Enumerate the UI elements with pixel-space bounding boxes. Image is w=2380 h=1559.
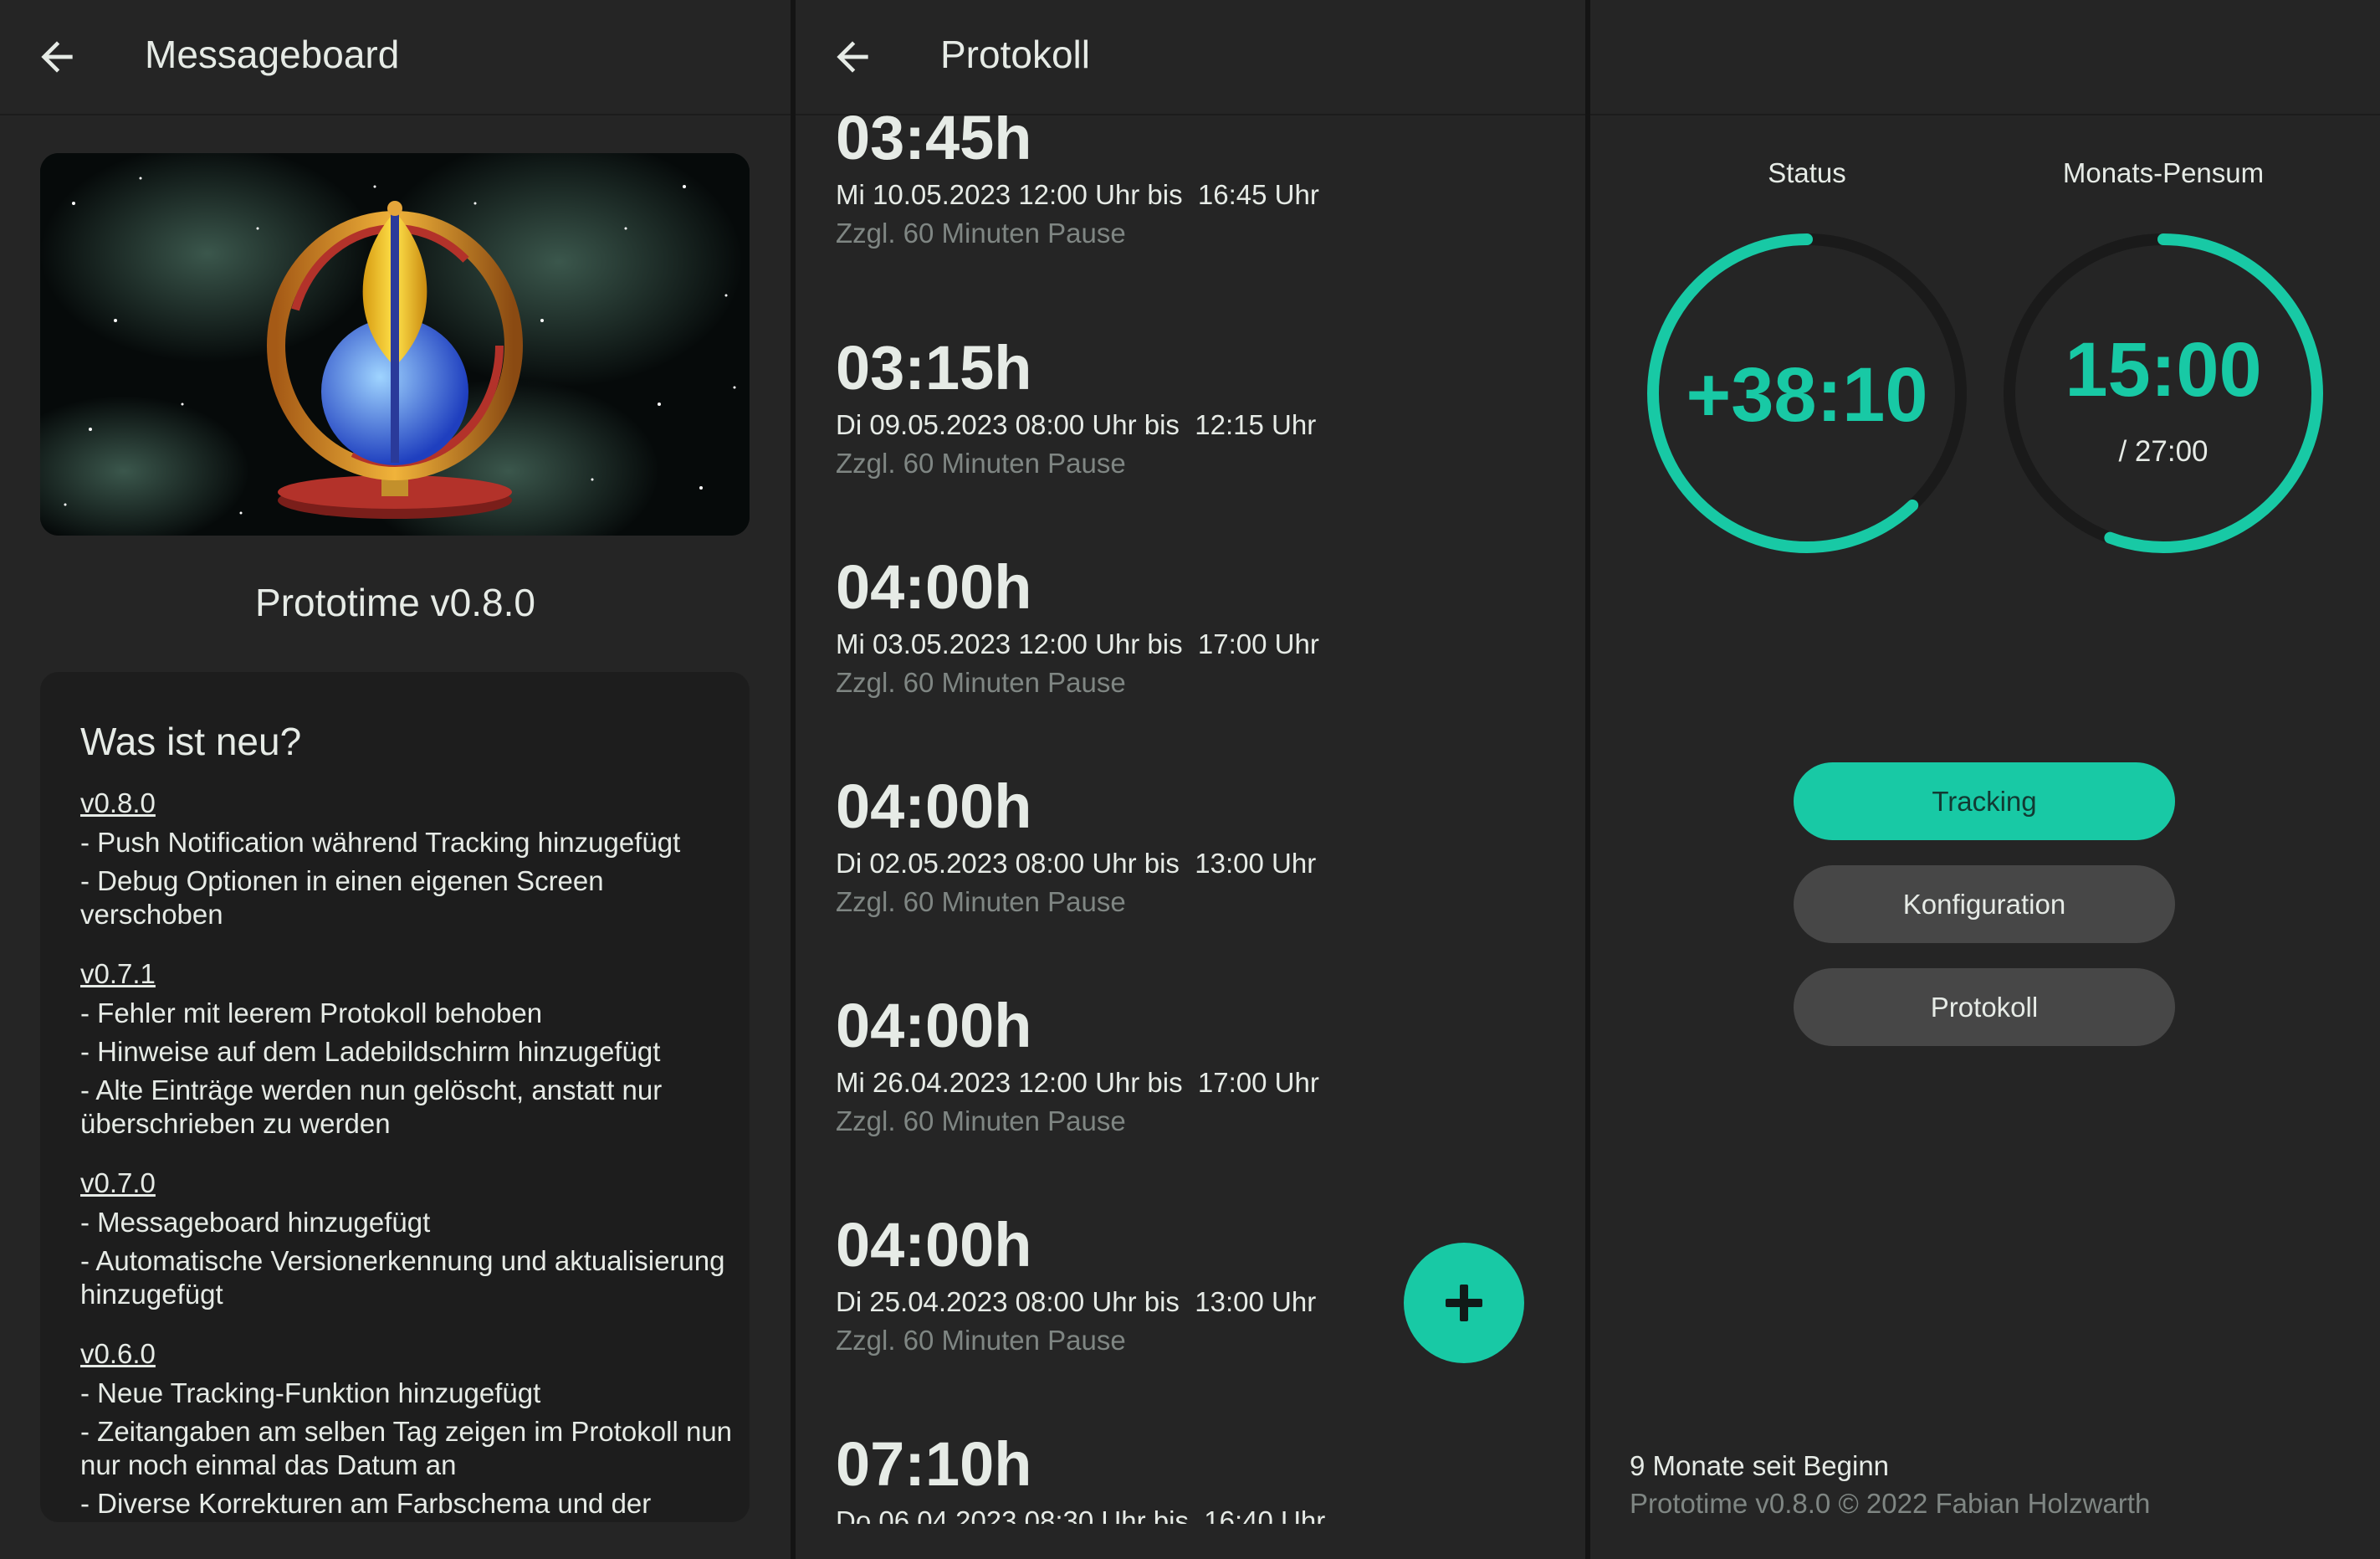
add-entry-button[interactable]: [1404, 1243, 1524, 1363]
pensum-label: Monats-Pensum: [2062, 157, 2265, 188]
entry-duration: 04:00h: [836, 772, 1032, 841]
list-item[interactable]: 03:15h Di 09.05.2023 08:00 Uhr bis 12:15…: [836, 335, 1555, 480]
tracking-button[interactable]: Tracking: [1794, 762, 2175, 840]
entry-time-range: Di 09.05.2023 08:00 Uhr bis 12:15 Uhr: [836, 409, 1317, 440]
changelog-line: - Debug Optionen in einen eigenen Screen…: [80, 865, 604, 930]
entry-time-range: Do 06.04.2023 08:30 Uhr bis 16:40 Uhr: [836, 1505, 1326, 1524]
page-title: Messageboard: [145, 33, 400, 76]
changelog-group: v0.7.1 - Fehler mit leerem Protokoll beh…: [80, 956, 733, 1141]
changelog-line: - Alte Einträge werden nun gelöscht, ans…: [80, 1074, 663, 1139]
list-item[interactable]: 04:00h Mi 03.05.2023 12:00 Uhr bis 17:00…: [836, 554, 1555, 700]
status-gauge: +38:10: [1640, 226, 1974, 561]
status-label: Status: [1768, 157, 1846, 188]
changelog-line: - Fehler mit leerem Protokoll behoben: [80, 997, 543, 1028]
protokoll-app-bar: Protokoll: [796, 0, 1585, 115]
messageboard-screen: Messageboard Prototime v0.8.0 Was ist ne…: [0, 0, 791, 1559]
changelog-version: v0.8.0: [80, 787, 156, 818]
entry-duration: 04:00h: [836, 991, 1032, 1060]
app-banner-image: [40, 153, 750, 536]
changelog-line: - Push Notification während Tracking hin…: [80, 827, 681, 858]
elapsed-months-text: 9 Monate seit Beginn: [1630, 1450, 1890, 1481]
protokoll-screen: 03:45h Mi 10.05.2023 12:00 Uhr bis 16:45…: [796, 0, 1585, 1559]
list-item[interactable]: 04:00h Di 02.05.2023 08:00 Uhr bis 13:00…: [836, 773, 1555, 919]
changelog-group: v0.6.0 - Neue Tracking-Funktion hinzugef…: [80, 1336, 733, 1521]
entry-time-range: Mi 03.05.2023 12:00 Uhr bis 17:00 Uhr: [836, 628, 1319, 659]
entry-time-range: Mi 10.05.2023 12:00 Uhr bis 16:45 Uhr: [836, 179, 1319, 210]
changelog-line: - Diverse Korrekturen am Farbschema und …: [80, 1488, 652, 1519]
changelog-line: - Zeitangaben am selben Tag zeigen im Pr…: [80, 1416, 733, 1480]
changelog-group: v0.7.0 - Messageboard hinzugefügt - Auto…: [80, 1166, 733, 1311]
changelog-version: v0.7.1: [80, 958, 156, 989]
entry-duration: 07:10h: [836, 1429, 1032, 1499]
entry-pause: Zzgl. 60 Minuten Pause: [836, 886, 1126, 917]
back-arrow-icon[interactable]: [829, 33, 876, 80]
entry-duration: 03:15h: [836, 333, 1032, 403]
dashboard-app-bar: [1590, 0, 2380, 115]
entry-pause: Zzgl. 60 Minuten Pause: [836, 218, 1126, 249]
changelog-line: - Neue Tracking-Funktion hinzugefügt: [80, 1377, 541, 1408]
status-value: +38:10: [1686, 352, 1928, 438]
entry-pause: Zzgl. 60 Minuten Pause: [836, 667, 1126, 698]
page-title: Protokoll: [940, 33, 1090, 76]
list-item[interactable]: 03:45h Mi 10.05.2023 12:00 Uhr bis 16:45…: [836, 115, 1555, 250]
whats-new-card: Was ist neu? v0.8.0 - Push Notification …: [40, 672, 750, 1522]
list-item[interactable]: 04:00h Mi 26.04.2023 12:00 Uhr bis 17:00…: [836, 992, 1555, 1138]
changelog-line: - Hinweise auf dem Ladebildschirm hinzug…: [80, 1036, 661, 1067]
version-title: Prototime v0.8.0: [255, 581, 535, 624]
konfiguration-button[interactable]: Konfiguration: [1794, 865, 2175, 943]
pensum-value: 15:00: [2065, 327, 2262, 413]
changelog-group: v0.8.0 - Push Notification während Track…: [80, 786, 733, 931]
messageboard-app-bar: Messageboard: [0, 0, 791, 115]
entry-duration: 03:45h: [836, 115, 1032, 172]
changelog-line: - Messageboard hinzugefügt: [80, 1207, 431, 1238]
copyright-text: Prototime v0.8.0 © 2022 Fabian Holzwarth: [1630, 1488, 2151, 1519]
entry-pause: Zzgl. 60 Minuten Pause: [836, 448, 1126, 479]
list-item[interactable]: 07:10h Do 06.04.2023 08:30 Uhr bis 16:40…: [836, 1429, 1555, 1525]
entry-time-range: Mi 26.04.2023 12:00 Uhr bis 17:00 Uhr: [836, 1067, 1319, 1098]
entry-pause: Zzgl. 60 Minuten Pause: [836, 1105, 1126, 1136]
back-arrow-icon[interactable]: [33, 33, 80, 80]
entry-duration: 04:00h: [836, 552, 1032, 622]
pensum-gauge: 15:00 / 27:00: [1996, 226, 2331, 561]
changelog-version: v0.7.0: [80, 1167, 156, 1198]
plus-icon: [1446, 1285, 1482, 1321]
changelog-line: - Automatische Versionerkennung und aktu…: [80, 1245, 725, 1310]
entry-time-range: Di 02.05.2023 08:00 Uhr bis 13:00 Uhr: [836, 848, 1317, 879]
changelog-version: v0.6.0: [80, 1338, 156, 1369]
whats-new-heading: Was ist neu?: [80, 720, 302, 763]
pensum-target: / 27:00: [2118, 435, 2209, 468]
protokoll-button[interactable]: Protokoll: [1794, 968, 2175, 1046]
